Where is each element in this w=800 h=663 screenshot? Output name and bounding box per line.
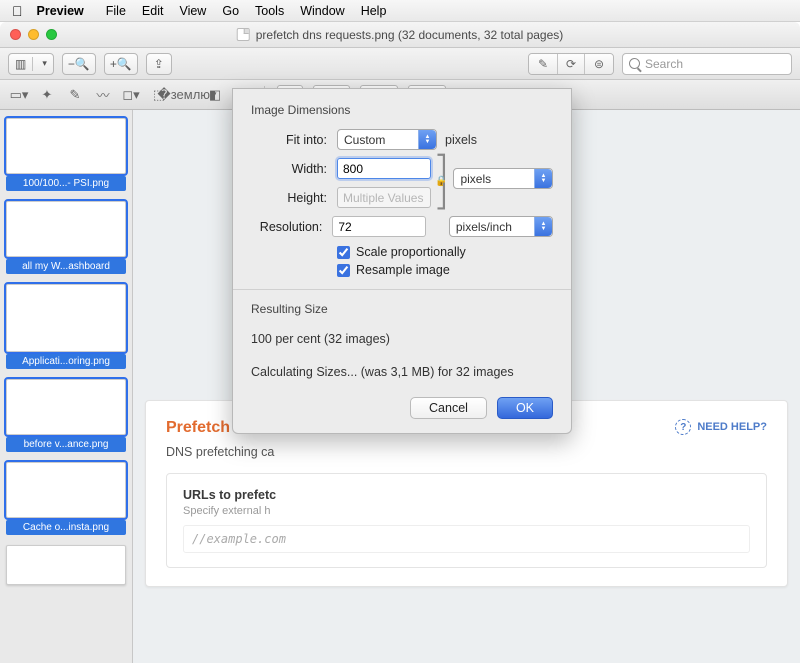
thumbnail[interactable] (6, 201, 126, 257)
doc-subtitle: DNS prefetching ca (166, 445, 767, 459)
thumbnail-label: 100/100...- PSI.png (6, 176, 126, 191)
aspect-lock: ⎤ 🔒 ⎦ (435, 158, 447, 205)
highlight-icon[interactable]: ✎ (529, 54, 557, 74)
thumbnail-label: Applicati...oring.png (6, 354, 126, 369)
chevrons-icon: ▲▼ (534, 169, 552, 188)
draw-icon[interactable]: 〰 (94, 86, 112, 104)
section-image-dimensions: Image Dimensions (251, 103, 553, 117)
search-icon (629, 58, 640, 69)
menu-go[interactable]: Go (214, 0, 247, 22)
markup-group: ✎ ⟳ ⊜ (528, 53, 614, 75)
search-placeholder: Search (645, 57, 683, 71)
thumbnail[interactable] (6, 118, 126, 174)
rotate-icon[interactable]: ⟳ (557, 54, 585, 74)
menubar-app[interactable]: Preview (29, 0, 92, 22)
help-ring-icon: ? (675, 419, 691, 435)
chevrons-icon: ▲▼ (418, 130, 436, 149)
thumbnail-label: before v...ance.png (6, 437, 126, 452)
thumbnail[interactable] (6, 545, 126, 585)
checkbox-icon[interactable] (337, 246, 350, 259)
menu-view[interactable]: View (171, 0, 214, 22)
height-label: Height: (251, 191, 327, 205)
macos-menubar:  Preview File Edit View Go Tools Window… (0, 0, 800, 22)
adjust-color-icon[interactable]: ◧ (206, 86, 224, 104)
thumbnail[interactable] (6, 462, 126, 518)
menu-help[interactable]: Help (353, 0, 395, 22)
height-input[interactable] (337, 187, 431, 208)
menu-window[interactable]: Window (292, 0, 352, 22)
scale-proportionally-checkbox[interactable]: Scale proportionally (337, 245, 553, 259)
thumbnail-label: Cache o...insta.png (6, 520, 126, 535)
section-resulting-size: Resulting Size (251, 302, 553, 316)
cancel-button[interactable]: Cancel (410, 397, 487, 419)
fit-into-label: Fit into: (251, 133, 327, 147)
box-title: URLs to prefetc (183, 488, 750, 502)
fit-into-select[interactable]: Custom▲▼ (337, 129, 437, 150)
thumbnail[interactable] (6, 379, 126, 435)
resolution-input[interactable] (332, 216, 426, 237)
view-mode-button[interactable]: ▥▾ (8, 53, 54, 75)
menu-file[interactable]: File (98, 0, 134, 22)
ok-button[interactable]: OK (497, 397, 553, 419)
sidebar-icon: ▥ (9, 57, 33, 71)
shapes-icon[interactable]: ◻▾ (122, 86, 140, 104)
menu-tools[interactable]: Tools (247, 0, 292, 22)
thumbnail-label: all my W...ashboard (6, 259, 126, 274)
share-button[interactable]: ⇪ (146, 53, 172, 75)
traffic-zoom-icon[interactable] (46, 29, 57, 40)
fit-into-unit: pixels (445, 133, 477, 147)
resolution-label: Resolution: (251, 220, 322, 234)
traffic-close-icon[interactable] (10, 29, 21, 40)
traffic-minimize-icon[interactable] (28, 29, 39, 40)
doc-box: URLs to prefetc Specify external h //exa… (166, 473, 767, 568)
share-icon: ⇪ (154, 57, 164, 71)
divider (233, 289, 571, 290)
adjust-size-dialog: Image Dimensions Fit into: Custom▲▼ pixe… (232, 88, 572, 434)
chevrons-icon: ▲▼ (534, 217, 552, 236)
toolbar-primary: ▥▾ −🔍 +🔍 ⇪ ✎ ⟳ ⊜ Search (0, 48, 800, 80)
document-icon (237, 28, 250, 41)
result-calculating: Calculating Sizes... (was 3,1 MB) for 32… (251, 361, 553, 384)
selection-tool-icon[interactable]: ▭▾ (10, 86, 28, 104)
apple-icon[interactable]:  (12, 3, 23, 19)
thumbnail-sidebar[interactable]: 100/100...- PSI.png all my W...ashboard … (0, 110, 133, 663)
box-sub: Specify external h (183, 505, 750, 517)
zoom-in-button[interactable]: +🔍 (104, 53, 138, 75)
width-input[interactable] (337, 158, 431, 179)
resample-image-checkbox[interactable]: Resample image (337, 263, 553, 277)
checkbox-icon[interactable] (337, 264, 350, 277)
resolution-unit-select[interactable]: pixels/inch▲▼ (449, 216, 553, 237)
need-help-button[interactable]: ?NEED HELP? (675, 419, 767, 435)
result-percent: 100 per cent (32 images) (251, 328, 553, 351)
window-title: prefetch dns requests.png (32 documents,… (256, 28, 564, 42)
markup-icon[interactable]: ⊜ (585, 54, 613, 74)
sign-icon[interactable]: �землю▾ (178, 86, 196, 104)
chevron-down-icon: ▾ (36, 58, 53, 69)
thumbnail[interactable] (6, 284, 126, 352)
width-label: Width: (251, 162, 327, 176)
sketch-icon[interactable]: ✎ (66, 86, 84, 104)
dimension-unit-select[interactable]: pixels▲▼ (453, 168, 553, 189)
box-mono: //example.com (183, 525, 750, 553)
instant-alpha-icon[interactable]: ✦ (38, 86, 56, 104)
zoom-out-button[interactable]: −🔍 (62, 53, 96, 75)
titlebar: prefetch dns requests.png (32 documents,… (0, 22, 800, 48)
search-input[interactable]: Search (622, 53, 792, 75)
menu-edit[interactable]: Edit (134, 0, 172, 22)
